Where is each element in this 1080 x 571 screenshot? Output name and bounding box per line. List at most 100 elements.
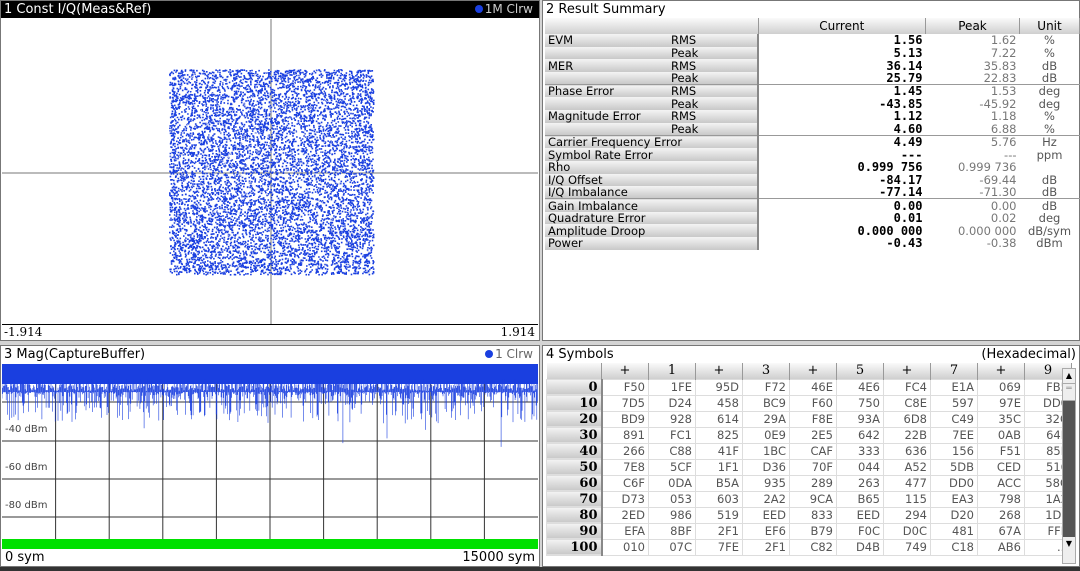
symbol-cell: C6F <box>601 474 649 492</box>
symbol-cell: 263 <box>836 474 884 492</box>
current-value: -77.14 <box>879 185 923 200</box>
constellation-pane[interactable]: 1 Const I/Q(Meas&Ref) 1M Clrw -1.914 1.91… <box>0 0 540 341</box>
symbol-cell: DD0 <box>930 474 978 492</box>
unit: dB <box>1041 58 1058 73</box>
symbol-cell: F51 <box>977 442 1025 460</box>
row-label: Quadrature Error <box>545 211 759 225</box>
symbols-title-bar: 4 Symbols (Hexadecimal) <box>543 346 1079 363</box>
symbol-row: 50 7E8 5CF 1F1 D36 70F 044 A52 5DB CED 516 <box>546 458 1072 476</box>
unit: Hz <box>1019 135 1080 149</box>
symbol-cell: F50 <box>601 378 649 396</box>
column-header: 7 <box>930 363 978 379</box>
symbol-cell: 8BF <box>648 522 696 540</box>
scroll-down-icon[interactable]: ▼ <box>1063 537 1075 551</box>
symbol-cell: CED <box>977 458 1025 476</box>
symbols-format: (Hexadecimal) <box>981 347 1076 362</box>
summary-row: Peak 25.79 22.83 dB <box>545 72 1080 85</box>
peak-value: 0.02 <box>990 210 1017 225</box>
row-label: Symbol Rate Error <box>545 148 759 161</box>
symbol-cell: 70F <box>789 458 837 476</box>
scroll-up-icon[interactable]: ▲ <box>1063 369 1075 383</box>
column-header: + <box>883 363 931 379</box>
row-index: 10 <box>546 394 603 412</box>
symbol-cell: 481 <box>930 522 978 540</box>
scroll-track[interactable] <box>1063 401 1075 537</box>
summary-row: Gain Imbalance 0.00 0.00 dB <box>545 198 1080 212</box>
result-summary-pane[interactable]: 2 Result Summary Current Peak Unit EVM RMS 1… <box>542 0 1080 341</box>
symbol-cell: 2ED <box>601 506 649 524</box>
row-sublabel: RMS <box>668 59 759 73</box>
scroll-thumb[interactable]: ═ <box>1063 383 1075 401</box>
row-label: Power <box>545 237 759 250</box>
summary-row: I/Q Imbalance -77.14 -71.30 dB <box>545 186 1080 199</box>
symbol-cell: D4B <box>836 538 884 556</box>
summary-row: I/Q Offset -84.17 -69.44 dB <box>545 173 1080 187</box>
column-header: + <box>789 363 837 379</box>
symbol-cell: C82 <box>789 538 837 556</box>
symbol-cell: 044 <box>836 458 884 476</box>
current-value: -0.43 <box>886 236 923 251</box>
symbol-cell: 156 <box>930 442 978 460</box>
y-label-80: -80 dBm <box>5 500 48 511</box>
symbols-scrollbar[interactable]: ▲ ═ ▼ <box>1062 368 1076 564</box>
peak-value: 1.53 <box>925 84 1020 98</box>
symbol-row: 30 891 FC1 825 0E9 2E5 642 22B 7EE 0AB 64E <box>546 426 1072 444</box>
symbols-pane[interactable]: 4 Symbols (Hexadecimal) +1 +3 +5 +7 +9 0 F50 1F… <box>542 345 1080 567</box>
row-index: 30 <box>546 426 603 444</box>
row-index: 0 <box>546 378 603 396</box>
row-sublabel: Peak <box>668 97 759 111</box>
symbol-cell: 9CA <box>789 490 837 508</box>
symbol-cell: 1BC <box>742 442 790 460</box>
row-sublabel: RMS <box>668 110 759 123</box>
column-header: 3 <box>742 363 790 379</box>
symbol-cell: 2A2 <box>742 490 790 508</box>
summary-row: Peak 5.13 7.22% <box>545 46 1080 61</box>
row-sublabel: RMS <box>668 34 759 47</box>
unit: dB <box>1041 71 1058 86</box>
symbol-row: 60 C6F 0DA B5A 935 289 263 477 DD0 ACC 58C <box>546 474 1072 492</box>
mag-title-bar: 3 Mag(CaptureBuffer) 1 Clrw <box>1 346 539 363</box>
column-header: 5 <box>836 363 884 379</box>
summary-row: Peak -43.85 -45.92 deg <box>545 96 1080 111</box>
row-label <box>545 72 668 85</box>
symbol-cell: 0DA <box>648 474 696 492</box>
magnitude-plot <box>2 364 538 549</box>
capture-range-bar <box>2 539 538 549</box>
symbol-cell: CAF <box>789 442 837 460</box>
symbol-cell: F60 <box>789 394 837 412</box>
symbol-cell: 29A <box>742 410 790 428</box>
unit: dB <box>1041 185 1058 200</box>
unit: dB <box>1019 198 1080 212</box>
summary-row: Rho 0.999 756 0.999 736 <box>545 160 1080 174</box>
summary-title: 2 Result Summary <box>546 2 666 17</box>
symbol-cell: 266 <box>601 442 649 460</box>
symbol-cell: FC1 <box>648 426 696 444</box>
summary-row: Power -0.43 -0.38 dBm <box>545 237 1080 250</box>
trace-indicator: 1M Clrw <box>474 1 533 18</box>
unit: % <box>1044 46 1055 61</box>
symbol-cell: 833 <box>789 506 837 524</box>
summary-row: EVM RMS 1.56 1.62% <box>545 34 1080 47</box>
symbol-cell: F0C <box>836 522 884 540</box>
y-label-40: -40 dBm <box>5 424 48 435</box>
row-index: 60 <box>546 474 603 492</box>
column-header: + <box>695 363 743 379</box>
symbol-cell: EED <box>742 506 790 524</box>
current-value: 1.12 <box>893 109 923 124</box>
symbol-cell: 597 <box>930 394 978 412</box>
symbol-cell: 2E5 <box>789 426 837 444</box>
current-value: 36.14 <box>886 58 923 73</box>
symbol-cell: F8E <box>789 410 837 428</box>
symbol-cell: EED <box>836 506 884 524</box>
magnitude-pane[interactable]: 3 Mag(CaptureBuffer) 1 Clrw -40 dBm -60 d… <box>0 345 540 567</box>
status-bar <box>0 567 1080 571</box>
unit: dBm <box>1036 236 1063 251</box>
symbol-cell: 825 <box>695 426 743 444</box>
symbol-cell: C8E <box>883 394 931 412</box>
trace-dot-icon <box>474 5 483 13</box>
unit: % <box>1044 109 1055 124</box>
unit: deg <box>1038 96 1061 111</box>
y-label-60: -60 dBm <box>5 462 48 473</box>
symbol-cell: 35C <box>977 410 1025 428</box>
constellation-title: 1 Const I/Q(Meas&Ref) <box>4 2 152 17</box>
